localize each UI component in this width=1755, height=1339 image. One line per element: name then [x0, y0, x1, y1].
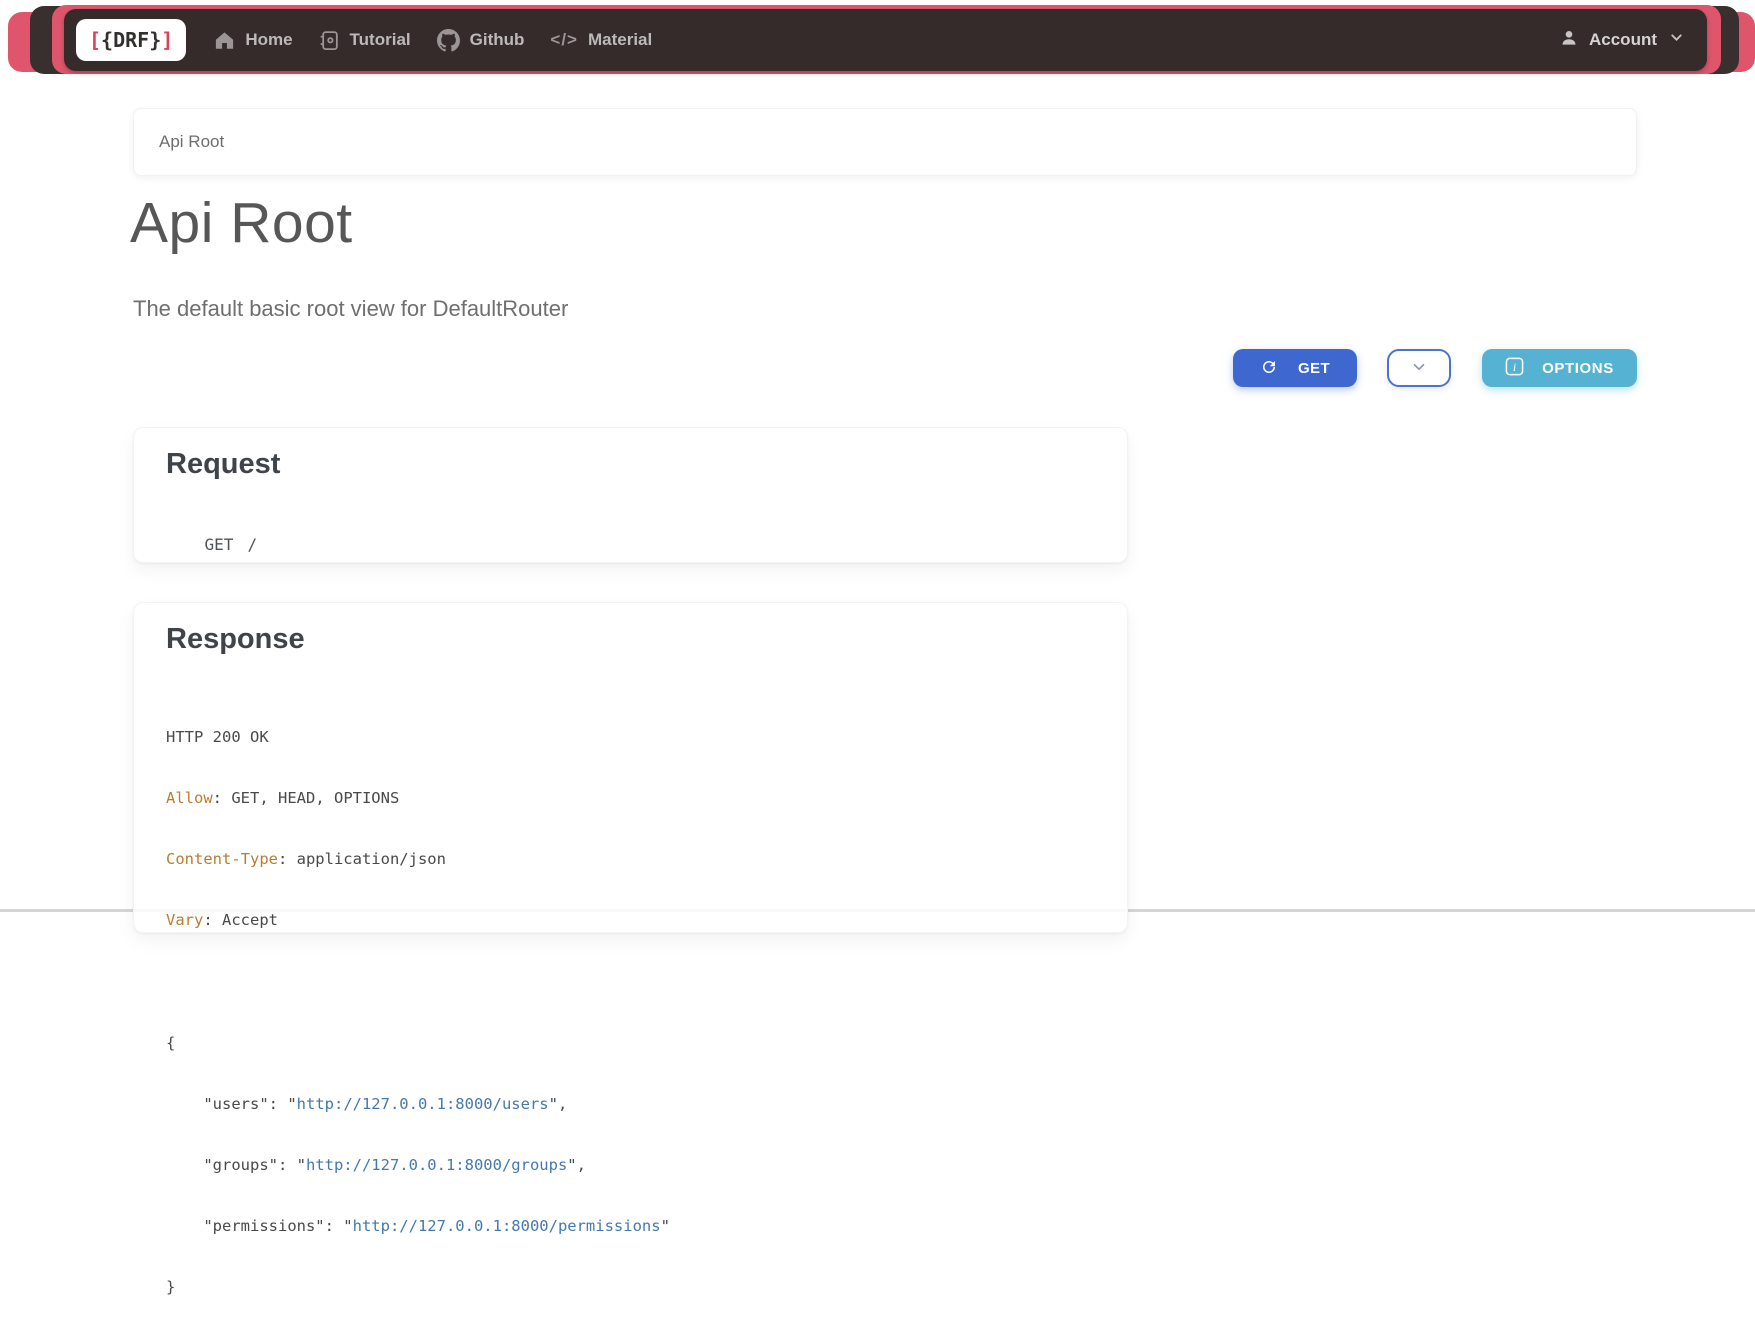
- nav-item-label: Home: [245, 30, 292, 50]
- account-menu[interactable]: Account: [1560, 29, 1685, 52]
- json-close-brace: }: [166, 1277, 1095, 1297]
- navbar: [{DRF}] Home Tutorial Github: [64, 9, 1707, 71]
- request-path: /: [247, 535, 257, 554]
- nav-links: Home Tutorial Github </> Material: [214, 29, 652, 52]
- home-icon: [214, 30, 235, 51]
- get-format-dropdown-button[interactable]: [1387, 349, 1451, 387]
- nav-item-github[interactable]: Github: [437, 29, 525, 52]
- chevron-down-icon: [1668, 29, 1685, 51]
- json-open-brace: {: [166, 1033, 1095, 1053]
- nav-item-home[interactable]: Home: [214, 30, 292, 51]
- options-button-label: OPTIONS: [1542, 360, 1614, 377]
- blank-line: [166, 972, 1095, 992]
- header-line-content-type: Content-Type: application/json: [166, 849, 1095, 869]
- permissions-link[interactable]: http://127.0.0.1:8000/permissions: [353, 1217, 661, 1235]
- users-link[interactable]: http://127.0.0.1:8000/users: [297, 1095, 549, 1113]
- code-icon: </>: [550, 30, 578, 50]
- request-method: GET: [205, 535, 234, 554]
- status-line: HTTP 200 OK: [166, 727, 1095, 747]
- get-button[interactable]: GET: [1233, 349, 1357, 387]
- person-icon: [1560, 29, 1578, 52]
- header-line-allow: Allow: GET, HEAD, OPTIONS: [166, 788, 1095, 808]
- breadcrumb-item-api-root[interactable]: Api Root: [159, 132, 224, 152]
- info-square-icon: i: [1505, 357, 1524, 379]
- page-title: Api Root: [130, 190, 353, 256]
- nav-item-label: Github: [470, 30, 525, 50]
- request-heading: Request: [166, 448, 1095, 481]
- get-button-label: GET: [1298, 360, 1330, 377]
- groups-link[interactable]: http://127.0.0.1:8000/groups: [306, 1156, 567, 1174]
- nav-item-label: Tutorial: [350, 30, 411, 50]
- request-line: GET /: [166, 516, 1095, 573]
- github-icon: [437, 29, 460, 52]
- response-heading: Response: [166, 623, 1095, 656]
- svg-text:i: i: [1513, 360, 1516, 374]
- nav-item-material[interactable]: </> Material: [550, 30, 652, 50]
- drf-logo[interactable]: [{DRF}]: [76, 19, 186, 61]
- json-line-users: "users": "http://127.0.0.1:8000/users",: [166, 1094, 1095, 1114]
- json-line-permissions: "permissions": "http://127.0.0.1:8000/pe…: [166, 1216, 1095, 1236]
- refresh-icon: [1260, 358, 1278, 379]
- json-line-groups: "groups": "http://127.0.0.1:8000/groups"…: [166, 1155, 1095, 1175]
- chevron-down-icon: [1410, 358, 1428, 379]
- logo-text: {DRF}: [101, 28, 161, 52]
- account-label: Account: [1589, 30, 1657, 50]
- page-subtitle: The default basic root view for DefaultR…: [133, 296, 568, 322]
- logo-close-bracket: ]: [161, 28, 173, 52]
- response-body: HTTP 200 OK Allow: GET, HEAD, OPTIONS Co…: [166, 686, 1095, 1339]
- nav-item-tutorial[interactable]: Tutorial: [319, 30, 411, 51]
- logo-open-bracket: [: [89, 28, 101, 52]
- options-button[interactable]: i OPTIONS: [1482, 349, 1637, 387]
- breadcrumb: Api Root: [133, 108, 1637, 176]
- tutorial-icon: [319, 30, 340, 51]
- nav-item-label: Material: [588, 30, 652, 50]
- response-panel: Response HTTP 200 OK Allow: GET, HEAD, O…: [133, 602, 1128, 933]
- request-panel: Request GET /: [133, 427, 1128, 563]
- header-line-vary: Vary: Accept: [166, 910, 1095, 930]
